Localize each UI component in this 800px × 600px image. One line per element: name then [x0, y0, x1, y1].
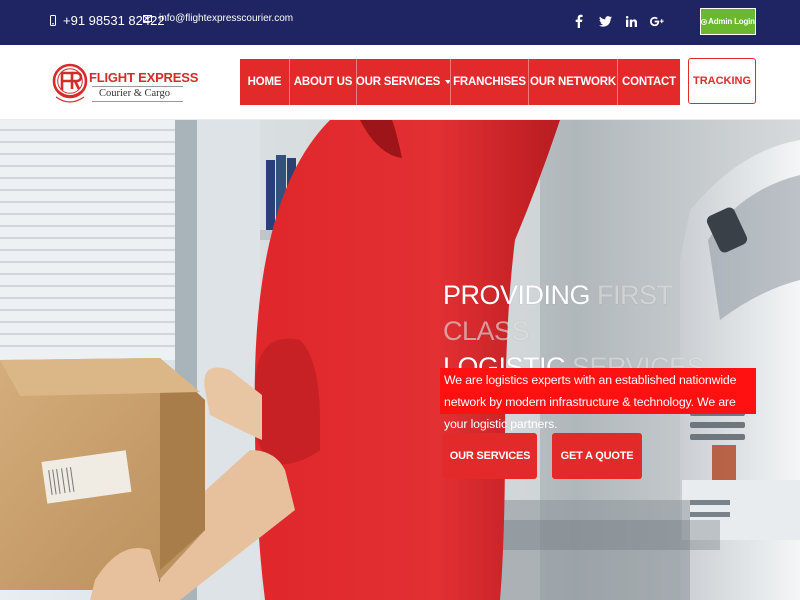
- top-bar: +91 98531 82422 info@flightexpresscourie…: [0, 0, 800, 45]
- nav-item-about-us[interactable]: ABOUT US: [289, 59, 356, 105]
- nav-item-our-network[interactable]: OUR NETWORK: [528, 59, 617, 105]
- nav-item-franchises[interactable]: FRANCHISES: [450, 59, 528, 105]
- nav-item-contact[interactable]: CONTACT: [617, 59, 680, 105]
- google-plus-icon[interactable]: [650, 12, 664, 30]
- admin-login-label: Admin Login: [708, 17, 755, 26]
- hero-title-line-1: PROVIDING FIRST CLASS: [443, 277, 763, 349]
- facebook-icon[interactable]: [572, 12, 586, 30]
- logo-rule-bottom: [92, 101, 183, 102]
- social-links: [572, 12, 664, 30]
- main-navigation: HOME ABOUT US OUR SERVICES FRANCHISES OU…: [240, 59, 680, 105]
- logo-tagline: Courier & Cargo: [99, 88, 170, 99]
- get-a-quote-button[interactable]: GET A QUOTE: [552, 433, 642, 479]
- hero-title-line1-strong: PROVIDING: [443, 280, 598, 310]
- admin-login-button[interactable]: Admin Login: [700, 8, 756, 35]
- logo-brand-name: FLIGHT EXPRESS: [89, 70, 199, 85]
- hero-description: We are logistics experts with an establi…: [440, 368, 756, 431]
- linkedin-icon[interactable]: [624, 12, 638, 30]
- nav-services-label: OUR SERVICES: [355, 76, 441, 88]
- site-header: FLIGHT EXPRESS Courier & Cargo HOME ABOU…: [0, 45, 800, 120]
- nav-about-label: ABOUT US: [293, 76, 353, 88]
- envelope-icon: [143, 15, 152, 22]
- site-logo[interactable]: FLIGHT EXPRESS Courier & Cargo: [52, 57, 198, 111]
- nav-network-label: OUR NETWORK: [530, 76, 616, 88]
- logo-rule-top: [92, 86, 183, 87]
- nav-contact-label: CONTACT: [622, 76, 676, 88]
- nav-item-home[interactable]: HOME: [240, 59, 289, 105]
- nav-home-label: HOME: [247, 76, 282, 88]
- mobile-phone-icon: [50, 15, 56, 26]
- logo-emblem: [52, 59, 88, 107]
- login-arrow-icon: [701, 18, 708, 25]
- email-address: info@flightexpresscourier.com: [159, 13, 294, 24]
- twitter-icon[interactable]: [598, 12, 612, 30]
- nav-franchises-label: FRANCHISES: [453, 76, 526, 88]
- our-services-button[interactable]: OUR SERVICES: [443, 433, 537, 479]
- tracking-button[interactable]: TRACKING: [688, 58, 756, 104]
- hero-banner: PROVIDING FIRST CLASS LOGISTIC SERVICES …: [0, 120, 800, 600]
- email-contact[interactable]: info@flightexpresscourier.com: [143, 13, 293, 24]
- nav-item-our-services[interactable]: OUR SERVICES: [355, 59, 452, 105]
